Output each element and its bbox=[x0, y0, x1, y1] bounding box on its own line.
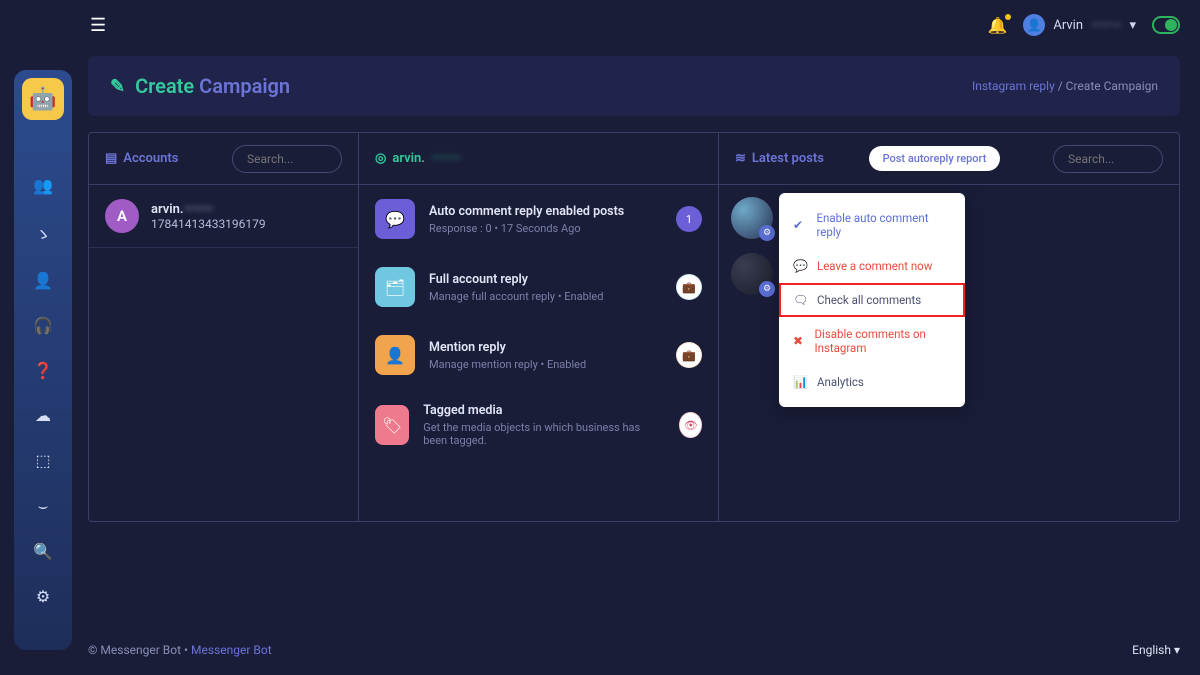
posts-search-input[interactable] bbox=[1053, 145, 1163, 173]
tool-icon: 🗂 bbox=[375, 267, 415, 307]
gear-icon[interactable]: ⚙ bbox=[759, 281, 775, 297]
tool-row[interactable]: 💬 Auto comment reply enabled posts Respons… bbox=[359, 185, 718, 253]
account-id: 17841413433196179 bbox=[151, 217, 266, 231]
gear-icon[interactable]: ⚙ bbox=[759, 225, 775, 241]
post-autoreply-report-button[interactable]: Post autoreply report bbox=[869, 146, 1001, 171]
language-selector[interactable]: English ▾ bbox=[1132, 643, 1180, 657]
tool-icon: 🏷 bbox=[375, 405, 409, 445]
menu-item[interactable]: ✖ Disable comments on Instagram bbox=[779, 317, 965, 365]
breadcrumb-parent[interactable]: Instagram reply bbox=[972, 79, 1055, 93]
page-header: ✎ Create Campaign Instagram reply / Crea… bbox=[88, 56, 1180, 116]
tool-badge[interactable]: 💼 bbox=[676, 342, 702, 368]
panel-accounts: ▤ Accounts A arvin.——— 17841413433196179 bbox=[89, 133, 359, 521]
menu-item[interactable]: 💬 Leave a comment now bbox=[779, 249, 965, 283]
tool-subtitle: Get the media objects in which business … bbox=[423, 421, 665, 447]
tool-title: Auto comment reply enabled posts bbox=[429, 204, 624, 219]
tool-badge[interactable]: 💼 bbox=[676, 274, 702, 300]
chevron-down-icon: ▾ bbox=[1174, 643, 1180, 657]
user-name-hidden: ——— bbox=[1091, 18, 1121, 33]
feed-icon: ≋ bbox=[735, 151, 746, 166]
account-name: arvin. bbox=[151, 202, 184, 217]
panel-accounts-title: ▤ Accounts bbox=[105, 151, 178, 166]
account-avatar: A bbox=[105, 199, 139, 233]
post-thumbnail[interactable]: ⚙ bbox=[731, 253, 773, 295]
menu-item-label: Leave a comment now bbox=[817, 259, 932, 273]
page-title: ✎ Create Campaign bbox=[110, 74, 290, 98]
menu-item-icon: 💬 bbox=[793, 259, 807, 273]
panel-tools: ◎ arvin.——— 💬 Auto comment reply enabled … bbox=[359, 133, 719, 521]
tool-icon: 👤 bbox=[375, 335, 415, 375]
tool-row[interactable]: 🗂 Full account reply Manage full account r… bbox=[359, 253, 718, 321]
user-menu[interactable]: 👤 Arvin ——— ▾ bbox=[1023, 14, 1136, 36]
tool-badge[interactable]: 1 bbox=[676, 206, 702, 232]
menu-item-icon: 🗨 bbox=[793, 293, 807, 307]
tool-row[interactable]: 👤 Mention reply Manage mention reply • Ena… bbox=[359, 321, 718, 389]
panel-tools-title: ◎ arvin.——— bbox=[375, 151, 461, 166]
user-name: Arvin bbox=[1053, 18, 1083, 33]
tool-title: Full account reply bbox=[429, 272, 603, 287]
tool-subtitle: Response : 0 • 17 Seconds Ago bbox=[429, 222, 624, 235]
sidebar-help-icon[interactable]: ❓ bbox=[33, 361, 53, 380]
menu-item-label: Enable auto comment reply bbox=[817, 211, 952, 239]
menu-item-icon: ✔ bbox=[793, 218, 807, 232]
sidebar-users-icon[interactable]: 👥 bbox=[33, 176, 53, 195]
tool-row[interactable]: 🏷 Tagged media Get the media objects in wh… bbox=[359, 389, 718, 461]
sidebar-search-icon[interactable]: 🔍 bbox=[33, 542, 53, 561]
breadcrumb: Instagram reply / Create Campaign bbox=[972, 79, 1158, 93]
sidebar-activity-icon[interactable]: ゝ bbox=[35, 221, 51, 245]
menu-item-label: Disable comments on Instagram bbox=[815, 327, 952, 355]
tool-subtitle: Manage full account reply • Enabled bbox=[429, 290, 603, 303]
sidebar-settings-icon[interactable]: ⚙ bbox=[36, 587, 50, 606]
menu-item[interactable]: 🗨 Check all comments bbox=[779, 283, 965, 317]
hamburger-icon[interactable]: ☰ bbox=[90, 15, 106, 36]
breadcrumb-current: Create Campaign bbox=[1066, 79, 1158, 93]
menu-item-icon: 📊 bbox=[793, 375, 807, 389]
tool-subtitle: Manage mention reply • Enabled bbox=[429, 358, 586, 371]
tool-title: Mention reply bbox=[429, 340, 586, 355]
sidebar-profile-icon[interactable]: 👤 bbox=[33, 271, 53, 290]
instagram-icon: ◎ bbox=[375, 151, 386, 166]
account-row[interactable]: A arvin.——— 17841413433196179 bbox=[89, 185, 358, 248]
panel-posts-title: ≋ Latest posts bbox=[735, 151, 824, 166]
app-logo[interactable]: 🤖 bbox=[22, 78, 64, 120]
menu-item-label: Analytics bbox=[817, 375, 864, 389]
menu-item[interactable]: 📊 Analytics bbox=[779, 365, 965, 399]
sidebar-network-icon[interactable]: ⬚ bbox=[35, 451, 50, 470]
notifications-icon[interactable]: 🔔 bbox=[987, 16, 1007, 35]
footer-copyright: © Messenger Bot bbox=[88, 643, 181, 657]
menu-item-icon: ✖ bbox=[793, 334, 805, 348]
panel-latest-posts: ≋ Latest posts Post autoreply report ⚙ ⚙… bbox=[719, 133, 1179, 521]
accounts-search-input[interactable] bbox=[232, 145, 342, 173]
tool-badge[interactable]: 👁 bbox=[679, 412, 702, 438]
menu-item-label: Check all comments bbox=[817, 293, 921, 307]
chevron-down-icon: ▾ bbox=[1129, 18, 1136, 33]
sidebar-save-icon[interactable]: ⌣ bbox=[38, 496, 49, 516]
status-toggle-icon[interactable] bbox=[1152, 16, 1180, 34]
tool-icon: 💬 bbox=[375, 199, 415, 239]
menu-item[interactable]: ✔ Enable auto comment reply bbox=[779, 201, 965, 249]
avatar-icon: 👤 bbox=[1023, 14, 1045, 36]
sidebar-download-icon[interactable]: ☁ bbox=[35, 406, 51, 425]
pen-icon: ✎ bbox=[110, 76, 125, 97]
sidebar-support-icon[interactable]: 🎧 bbox=[33, 316, 53, 335]
post-context-menu: ✔ Enable auto comment reply 💬 Leave a comme… bbox=[779, 193, 965, 407]
sidebar: 🤖 👥 ゝ 👤 🎧 ❓ ☁ ⬚ ⌣ 🔍 ⚙ bbox=[14, 70, 72, 650]
post-thumbnail[interactable]: ⚙ bbox=[731, 197, 773, 239]
footer-link[interactable]: Messenger Bot bbox=[191, 643, 272, 657]
footer: © Messenger Bot • Messenger Bot English … bbox=[88, 643, 1180, 657]
card-icon: ▤ bbox=[105, 151, 117, 166]
tool-title: Tagged media bbox=[423, 403, 665, 418]
